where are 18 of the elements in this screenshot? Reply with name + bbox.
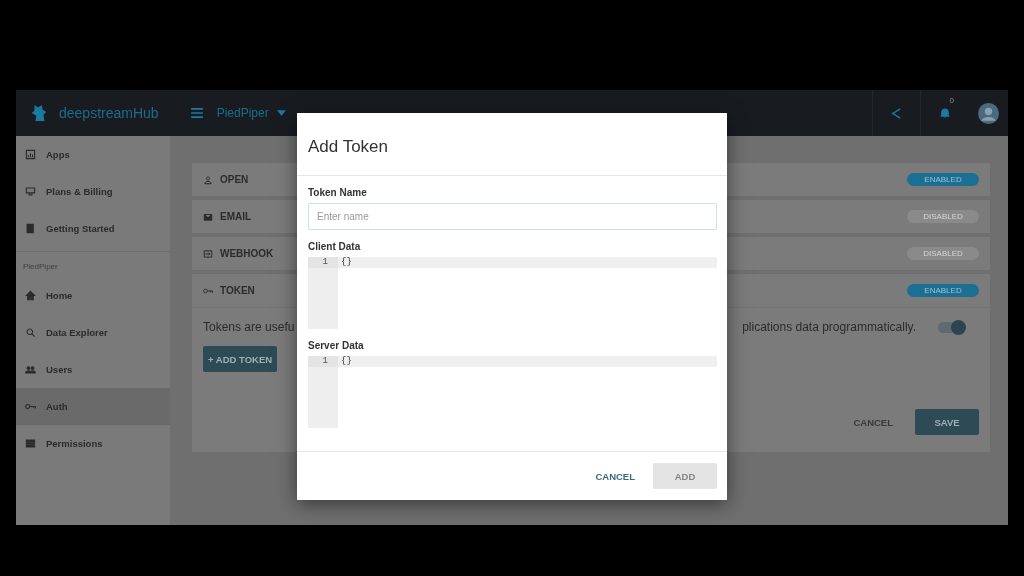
- brand-name: deepstreamHub: [59, 105, 159, 121]
- line-number: 1: [308, 356, 338, 367]
- field-label: Token Name: [308, 187, 368, 198]
- line-number: 1: [308, 257, 338, 268]
- auth-method-label: EMAIL: [220, 211, 252, 222]
- status-badge: ENABLED: [907, 173, 979, 186]
- auth-method-label: OPEN: [220, 174, 249, 185]
- auth-method-label: WEBHOOK: [220, 248, 274, 259]
- notification-count: 0: [949, 96, 954, 105]
- status-badge: DISABLED: [907, 247, 979, 260]
- status-badge: ENABLED: [907, 284, 979, 297]
- status-badge: DISABLED: [907, 210, 979, 223]
- dialog-title: Add Token: [297, 113, 727, 176]
- description-text: Tokens are usefu: [203, 320, 295, 334]
- field-label: Client Data: [308, 241, 362, 252]
- field-label: Server Data: [308, 340, 365, 351]
- auth-method-label: TOKEN: [220, 285, 255, 296]
- description-text: plications data programmatically.: [742, 320, 916, 334]
